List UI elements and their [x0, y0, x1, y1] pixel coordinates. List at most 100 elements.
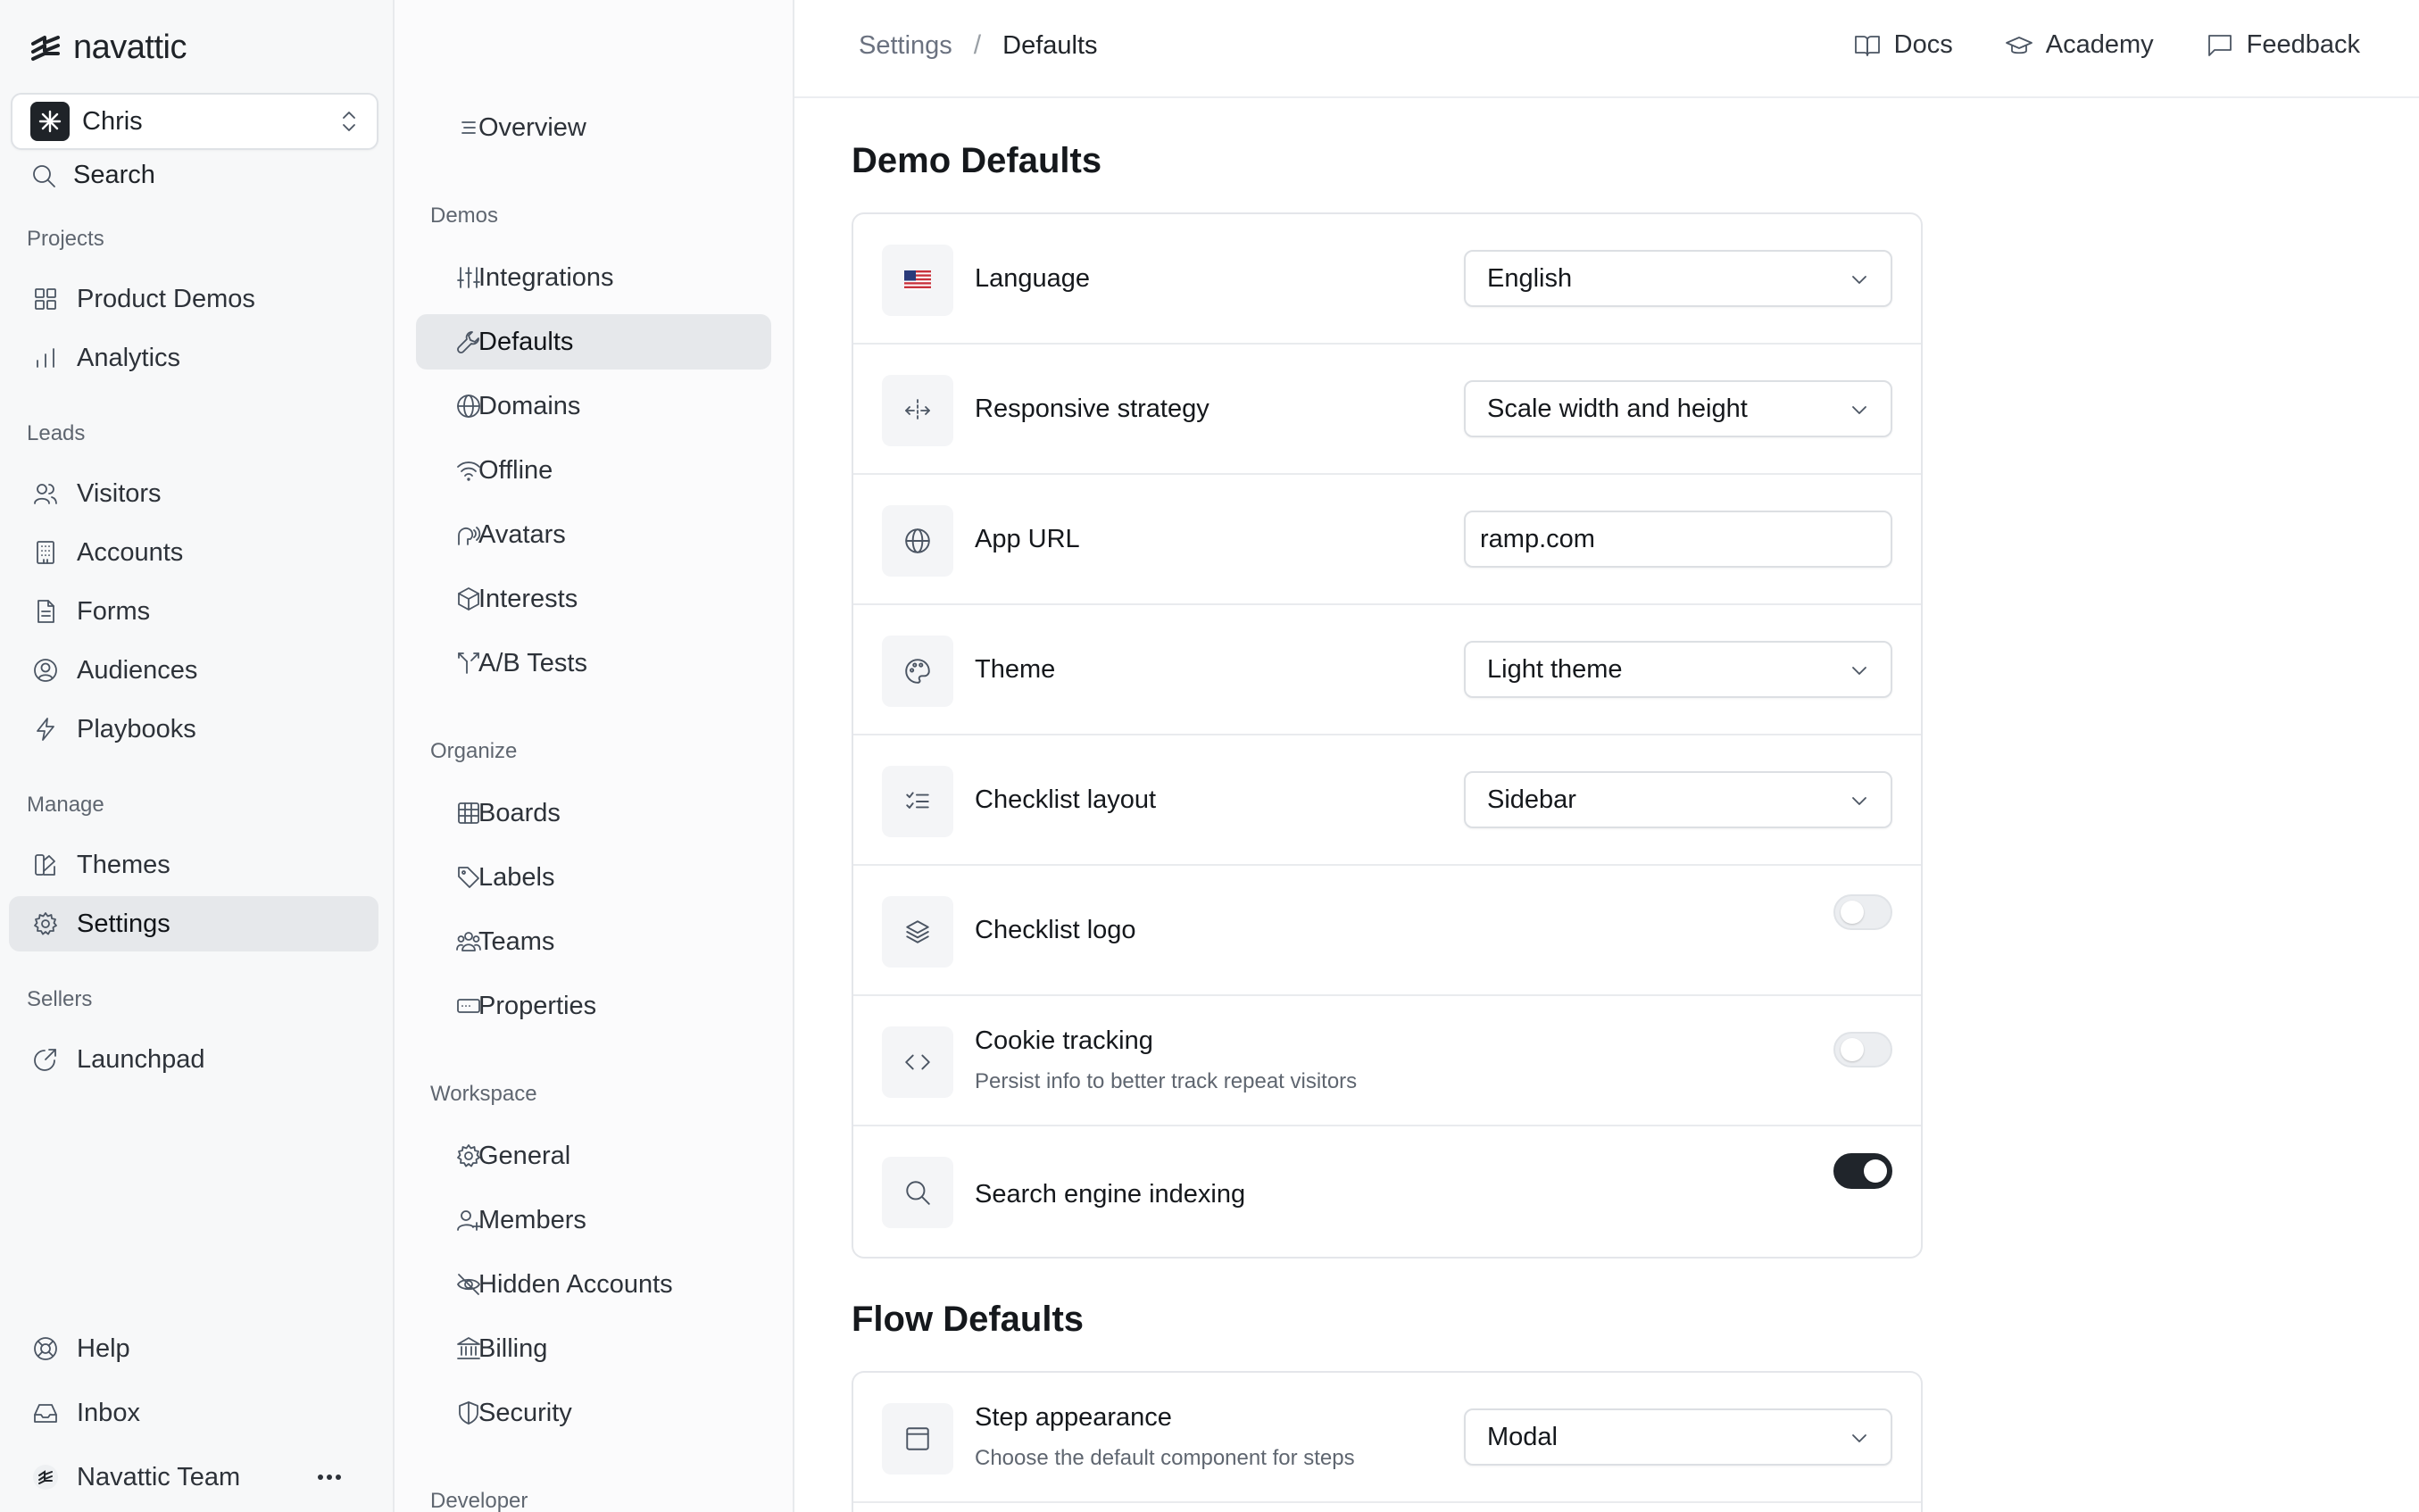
sidebar-item-label: Themes [77, 850, 170, 879]
subnav-item-billing[interactable]: Billing [416, 1321, 771, 1376]
checklist-icon [882, 766, 953, 837]
section-projects: Projects [27, 227, 104, 251]
step-appearance-label: Step appearance [975, 1403, 1172, 1432]
bank-icon [437, 1335, 482, 1362]
sidebar-item-inbox[interactable]: Inbox [9, 1385, 378, 1441]
external-link-icon [32, 1046, 59, 1073]
primary-sidebar: navattic Chris Search Projects Product D… [0, 0, 395, 1512]
theme-value: Light theme [1487, 654, 1623, 684]
feedback-label: Feedback [2246, 30, 2360, 59]
sidebar-item-playbooks[interactable]: Playbooks [9, 702, 378, 757]
sidebar-search-label: Search [73, 161, 155, 189]
navattic-logo-icon [30, 35, 61, 62]
sidebar-item-themes[interactable]: Themes [9, 837, 378, 893]
responsive-select[interactable]: Scale width and height [1464, 380, 1892, 437]
sidebar-item-label: Accounts [77, 537, 184, 567]
checklist-logo-toggle[interactable] [1833, 894, 1892, 930]
subnav-item-properties[interactable]: Properties [416, 978, 771, 1034]
cookie-tracking-toggle[interactable] [1833, 1032, 1892, 1068]
sidebar-item-label: Launchpad [77, 1044, 205, 1074]
sidebar-item-forms[interactable]: Forms [9, 584, 378, 639]
flow-defaults-card: Step appearance Choose the default compo… [852, 1371, 1923, 1512]
app-url-input[interactable] [1464, 511, 1892, 568]
brand-logo[interactable]: navattic [30, 29, 187, 67]
subnav-item-label: Interests [478, 584, 578, 613]
sidebar-item-label: Settings [77, 909, 170, 938]
app-url-label: App URL [975, 525, 1080, 553]
subnav-item-avatars[interactable]: Avatars [416, 507, 771, 562]
subnav-item-label: General [478, 1141, 571, 1170]
sidebar-item-analytics[interactable]: Analytics [9, 330, 378, 386]
brand-name: navattic [73, 29, 187, 66]
subnav-item-security[interactable]: Security [416, 1385, 771, 1441]
subnav-item-ab-tests[interactable]: A/B Tests [416, 636, 771, 691]
sidebar-item-label: Product Demos [77, 284, 255, 313]
sidebar-item-launchpad[interactable]: Launchpad [9, 1032, 378, 1087]
table-icon [437, 800, 482, 827]
subnav-item-offline[interactable]: Offline [416, 443, 771, 498]
more-horizontal-icon[interactable] [316, 1473, 343, 1482]
subnav-item-general[interactable]: General [416, 1128, 771, 1184]
subnav-item-defaults[interactable]: Defaults [416, 314, 771, 370]
checklist-logo-label: Checklist logo [975, 916, 1136, 944]
section-sellers: Sellers [27, 987, 93, 1011]
demo-defaults-title: Demo Defaults [852, 141, 1102, 180]
chevron-up-down-icon [339, 109, 359, 134]
subnav-item-hidden-accounts[interactable]: Hidden Accounts [416, 1257, 771, 1312]
feedback-link[interactable]: Feedback [2206, 30, 2360, 60]
flow-defaults-title: Flow Defaults [852, 1300, 1085, 1339]
step-appearance-select[interactable]: Modal [1464, 1408, 1892, 1466]
palette-icon [882, 636, 953, 707]
checklist-layout-select[interactable]: Sidebar [1464, 771, 1892, 828]
building-icon [32, 539, 59, 566]
subnav-item-overview[interactable]: Overview [416, 100, 771, 155]
step-appearance-description: Choose the default component for steps [975, 1446, 1355, 1470]
subnav-item-domains[interactable]: Domains [416, 378, 771, 434]
chevron-down-icon [1850, 271, 1869, 287]
workspace-switcher[interactable]: Chris [11, 93, 378, 150]
sidebar-item-settings[interactable]: Settings [9, 896, 378, 951]
sidebar-item-audiences[interactable]: Audiences [9, 643, 378, 698]
sidebar-item-team[interactable]: Navattic Team [9, 1450, 378, 1505]
docs-label: Docs [1893, 30, 1953, 59]
subnav-item-boards[interactable]: Boards [416, 785, 771, 841]
setting-row-app-url: App URL [853, 475, 1921, 605]
sidebar-item-help[interactable]: Help [9, 1321, 378, 1376]
split-icon [437, 650, 482, 677]
subnav-item-integrations[interactable]: Integrations [416, 250, 771, 305]
graduation-cap-icon [2005, 32, 2033, 59]
speaking-head-icon [437, 521, 482, 548]
sidebar-item-visitors[interactable]: Visitors [9, 466, 378, 521]
language-select[interactable]: English [1464, 250, 1892, 307]
file-text-icon [32, 598, 59, 625]
subnav-item-labels[interactable]: Labels [416, 850, 771, 905]
academy-link[interactable]: Academy [2005, 30, 2154, 60]
globe-icon [437, 393, 482, 420]
sidebar-item-product-demos[interactable]: Product Demos [9, 271, 378, 327]
top-links: Docs Academy Feedback [1853, 30, 2360, 60]
wrench-icon [437, 328, 482, 355]
language-label: Language [975, 264, 1091, 293]
seo-toggle[interactable] [1833, 1153, 1892, 1189]
step-appearance-value: Modal [1487, 1422, 1558, 1451]
sidebar-item-label: Playbooks [77, 714, 196, 744]
sidebar-item-label: Inbox [77, 1398, 140, 1427]
users-icon [32, 480, 59, 507]
subnav-item-interests[interactable]: Interests [416, 571, 771, 627]
globe-icon [882, 505, 953, 577]
sidebar-search[interactable]: Search [30, 161, 155, 190]
subnav-item-label: Teams [478, 926, 555, 956]
subnav-item-label: Avatars [478, 519, 566, 549]
section-demos: Demos [430, 204, 499, 228]
scale-arrows-icon [882, 375, 953, 446]
breadcrumb-parent[interactable]: Settings [859, 31, 952, 61]
section-workspace: Workspace [430, 1082, 537, 1106]
subnav-item-teams[interactable]: Teams [416, 914, 771, 969]
subnav-item-members[interactable]: Members [416, 1192, 771, 1248]
docs-link[interactable]: Docs [1853, 30, 1953, 60]
workspace-avatar [30, 102, 70, 141]
breadcrumb: Settings / Defaults [859, 30, 1098, 61]
section-leads: Leads [27, 421, 86, 445]
theme-select[interactable]: Light theme [1464, 641, 1892, 698]
sidebar-item-accounts[interactable]: Accounts [9, 525, 378, 580]
